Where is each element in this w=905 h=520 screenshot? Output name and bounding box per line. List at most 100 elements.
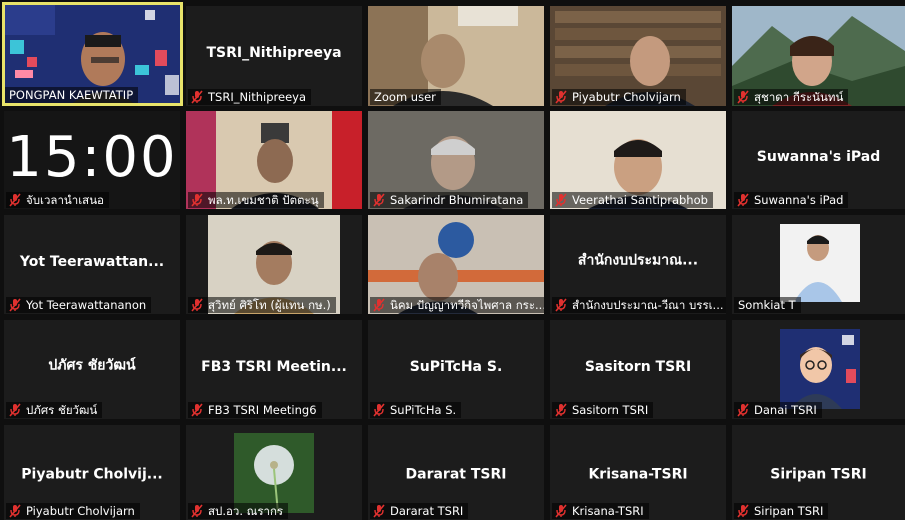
participant-name: TSRI_Nithipreeya	[208, 90, 307, 104]
participant-name: FB3 TSRI Meeting6	[208, 403, 317, 417]
participant-name: Suwanna's iPad	[754, 193, 844, 207]
mic-off-icon	[190, 504, 204, 518]
mic-off-icon	[372, 193, 386, 207]
participant-name: Danai TSRI	[754, 403, 817, 417]
participant-tile-piyabutr-2[interactable]: Piyabutr Cholvij... Piyabutr Cholvijarn	[4, 425, 180, 520]
participant-tile-khemchat[interactable]: พล.ท.เขมชาติ ปัตตะนุ	[186, 111, 362, 209]
participant-name-label: Yot Teerawattananon	[6, 297, 152, 313]
participant-name-label: นิคม ปัญญาทวีกิจไพศาล กระ...	[370, 297, 544, 313]
participant-display-name: Krisana-TSRI	[588, 466, 688, 483]
participant-display-name: Suwanna's iPad	[756, 148, 881, 165]
mic-off-icon	[190, 193, 204, 207]
participant-name-label: สุวิทย์ ศิริโท (ผู้แทน กษ.)	[188, 297, 336, 313]
participant-name-label: PONGPAN KAEWTATIP	[5, 87, 139, 103]
participant-tile-yot[interactable]: Yot Teerawattan... Yot Teerawattananon	[4, 215, 180, 314]
mic-off-icon	[372, 403, 386, 417]
profile-photo	[780, 224, 860, 302]
participant-name-label: Sakarindr Bhumiratana	[370, 192, 529, 208]
timer-display: 15:00	[6, 125, 178, 190]
mic-off-icon	[736, 504, 750, 518]
participant-name-label: จับเวลานำเสนอ	[6, 192, 109, 208]
participant-name: พล.ท.เขมชาติ ปัตตะนุ	[208, 193, 319, 207]
participant-display-name: FB3 TSRI Meetin...	[201, 358, 347, 375]
participant-name: Veerathai Santiprabhob	[572, 193, 708, 207]
participant-name-label: Piyabutr Cholvijarn	[6, 503, 140, 519]
participant-name: SuPiTcHa S.	[390, 403, 457, 417]
participant-name: สป.อว. ณรากร	[208, 504, 284, 518]
participant-tile-suwanna[interactable]: Suwanna's iPad Suwanna's iPad	[732, 111, 905, 209]
participant-name: Siripan TSRI	[754, 504, 824, 518]
profile-photo	[234, 433, 314, 513]
participant-tile-suwit[interactable]: สุวิทย์ ศิริโท (ผู้แทน กษ.)	[186, 215, 362, 314]
participant-tile-nithipreeya[interactable]: TSRI_Nithipreeya TSRI_Nithipreeya	[186, 6, 362, 106]
mic-off-icon	[8, 504, 22, 518]
participant-display-name: ปภัศร ชัยวัฒน์	[48, 357, 136, 374]
participant-tile-siripan[interactable]: Siripan TSRI Siripan TSRI	[732, 425, 905, 520]
participant-name-label: Siripan TSRI	[734, 503, 829, 519]
participant-name-label: ปภัศร ชัยวัฒน์	[6, 402, 103, 418]
participant-name: สุชาดา กีระนันทน์	[754, 90, 844, 104]
participant-display-name: Dararat TSRI	[405, 466, 507, 483]
profile-avatar	[780, 329, 860, 409]
mic-off-icon	[736, 90, 750, 104]
mic-off-icon	[8, 403, 22, 417]
participant-tile-sakarindr[interactable]: Sakarindr Bhumiratana	[368, 111, 544, 209]
participant-tile-krisana[interactable]: Krisana-TSRI Krisana-TSRI	[550, 425, 726, 520]
mic-off-icon	[736, 193, 750, 207]
participant-name-label: FB3 TSRI Meeting6	[188, 402, 322, 418]
mic-off-icon	[554, 403, 568, 417]
participant-name-label: Krisana-TSRI	[552, 503, 649, 519]
participant-name: ปภัศร ชัยวัฒน์	[26, 403, 98, 417]
participant-name-label: TSRI_Nithipreeya	[188, 89, 312, 105]
participant-tile-suchada[interactable]: สุชาดา กีระนันทน์	[732, 6, 905, 106]
participant-tile-zoom-user[interactable]: Zoom user	[368, 6, 544, 106]
participant-tile-budget-office[interactable]: สำนักงบประมาณ... สำนักงบประมาณ-วีณา บรรเ…	[550, 215, 726, 314]
participant-name-label: Sasitorn TSRI	[552, 402, 654, 418]
mic-off-icon	[190, 403, 204, 417]
participant-name-label: Piyabutr Cholvijarn	[552, 89, 686, 105]
participant-name-label: Suwanna's iPad	[734, 192, 849, 208]
mic-off-icon	[372, 504, 386, 518]
participant-tile-timer[interactable]: 15:00 จับเวลานำเสนอ	[4, 111, 180, 209]
participant-tile-danai[interactable]: Danai TSRI	[732, 320, 905, 419]
participant-name: Somkiat T	[738, 298, 796, 312]
mic-off-icon	[736, 403, 750, 417]
mic-off-icon	[554, 193, 568, 207]
participant-tile-dararat[interactable]: Dararat TSRI Dararat TSRI	[368, 425, 544, 520]
participant-name: Yot Teerawattananon	[26, 298, 147, 312]
participant-display-name: Piyabutr Cholvij...	[21, 466, 163, 483]
participant-tile-pongpan[interactable]: PONGPAN KAEWTATIP	[2, 2, 183, 106]
participant-tile-papat[interactable]: ปภัศร ชัยวัฒน์ ปภัศร ชัยวัฒน์	[4, 320, 180, 419]
participant-name-label: Danai TSRI	[734, 402, 822, 418]
mic-off-icon	[554, 504, 568, 518]
participant-tile-somkiat[interactable]: Somkiat T	[732, 215, 905, 314]
participant-display-name: SuPiTcHa S.	[409, 358, 503, 375]
participant-name: Piyabutr Cholvijarn	[572, 90, 681, 104]
participant-display-name: Yot Teerawattan...	[19, 253, 165, 270]
participant-tile-fb3[interactable]: FB3 TSRI Meetin... FB3 TSRI Meeting6	[186, 320, 362, 419]
participant-name-label: Veerathai Santiprabhob	[552, 192, 713, 208]
participant-name: Krisana-TSRI	[572, 504, 644, 518]
participant-name-label: Somkiat T	[734, 297, 801, 313]
participant-display-name: TSRI_Nithipreeya	[206, 44, 342, 61]
participant-tile-narakorn[interactable]: สป.อว. ณรากร	[186, 425, 362, 520]
participant-tile-piyabutr[interactable]: Piyabutr Cholvijarn	[550, 6, 726, 106]
participant-tile-sasitorn[interactable]: Sasitorn TSRI Sasitorn TSRI	[550, 320, 726, 419]
participant-name: Sasitorn TSRI	[572, 403, 649, 417]
participant-name: จับเวลานำเสนอ	[26, 193, 104, 207]
participant-name-label: Dararat TSRI	[370, 503, 469, 519]
participant-tile-nikom[interactable]: นิคม ปัญญาทวีกิจไพศาล กระ...	[368, 215, 544, 314]
participant-name-label: สุชาดา กีระนันทน์	[734, 89, 849, 105]
mic-off-icon	[372, 298, 386, 312]
participant-tile-supitcha[interactable]: SuPiTcHa S. SuPiTcHa S.	[368, 320, 544, 419]
participant-name: Zoom user	[374, 90, 436, 104]
participant-display-name: Siripan TSRI	[770, 466, 867, 483]
participant-tile-veerathai[interactable]: Veerathai Santiprabhob	[550, 111, 726, 209]
participant-name: Sakarindr Bhumiratana	[390, 193, 524, 207]
participant-name: สุวิทย์ ศิริโท (ผู้แทน กษ.)	[208, 298, 331, 312]
participant-name-label: Zoom user	[370, 89, 441, 105]
participant-name: Piyabutr Cholvijarn	[26, 504, 135, 518]
participant-display-name: Sasitorn TSRI	[584, 358, 692, 375]
participant-name-label: สป.อว. ณรากร	[188, 503, 289, 519]
mic-off-icon	[190, 298, 204, 312]
